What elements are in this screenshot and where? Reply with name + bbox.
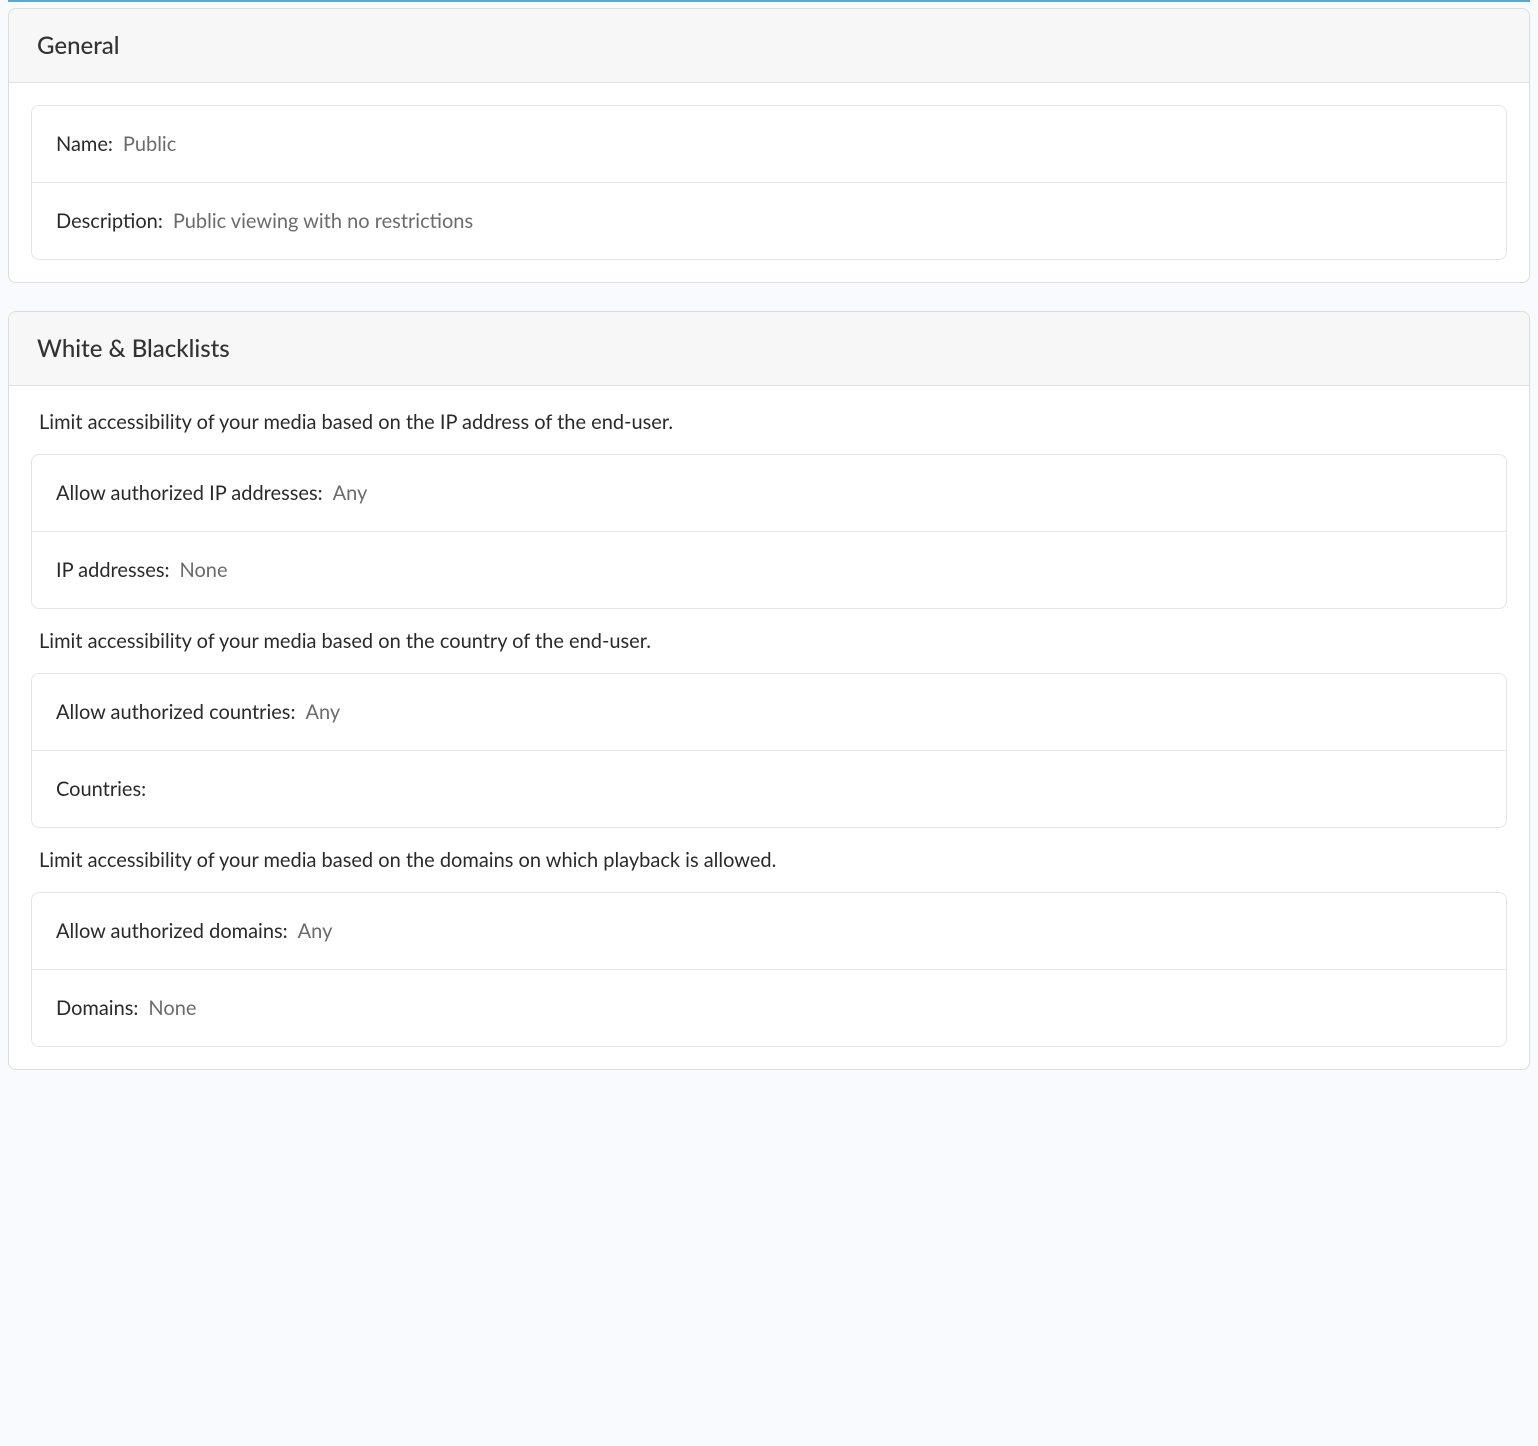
allow-ip-label: Allow authorized IP addresses: (56, 481, 323, 505)
allow-ip-value: Any (333, 481, 368, 505)
general-inner-box: Name: Public Description: Public viewing… (31, 105, 1507, 260)
domain-inner-box: Allow authorized domains: Any Domains: N… (31, 892, 1507, 1047)
countries-row: Countries: (32, 750, 1506, 827)
wb-panel-body: Limit accessibility of your media based … (9, 386, 1529, 1069)
description-value: Public viewing with no restrictions (173, 209, 473, 233)
name-label: Name: (56, 132, 113, 156)
domains-label: Domains: (56, 996, 138, 1020)
country-section-desc: Limit accessibility of your media based … (31, 609, 1507, 673)
general-panel-body: Name: Public Description: Public viewing… (9, 83, 1529, 282)
ip-addresses-value: None (180, 558, 228, 582)
allow-domain-value: Any (298, 919, 333, 943)
ip-inner-box: Allow authorized IP addresses: Any IP ad… (31, 454, 1507, 609)
ip-section-desc: Limit accessibility of your media based … (31, 386, 1507, 454)
wb-title: White & Blacklists (37, 334, 230, 363)
name-row: Name: Public (32, 106, 1506, 182)
ip-addresses-label: IP addresses: (56, 558, 170, 582)
allow-domain-row: Allow authorized domains: Any (32, 893, 1506, 969)
countries-label: Countries: (56, 777, 146, 801)
domain-section-desc: Limit accessibility of your media based … (31, 828, 1507, 892)
domains-value: None (148, 996, 196, 1020)
top-accent-border (8, 0, 1530, 2)
wb-panel-header: White & Blacklists (9, 312, 1529, 386)
general-panel-header: General (9, 9, 1529, 83)
country-inner-box: Allow authorized countries: Any Countrie… (31, 673, 1507, 828)
description-label: Description: (56, 209, 163, 233)
description-row: Description: Public viewing with no rest… (32, 182, 1506, 259)
wb-panel: White & Blacklists Limit accessibility o… (8, 311, 1530, 1070)
general-panel: General Name: Public Description: Public… (8, 8, 1530, 283)
domains-row: Domains: None (32, 969, 1506, 1046)
allow-country-row: Allow authorized countries: Any (32, 674, 1506, 750)
ip-addresses-row: IP addresses: None (32, 531, 1506, 608)
name-value: Public (123, 132, 176, 156)
allow-ip-row: Allow authorized IP addresses: Any (32, 455, 1506, 531)
allow-domain-capture: Allow authorized domains: (56, 919, 288, 943)
allow-country-label: Allow authorized countries: (56, 700, 295, 724)
allow-country-value: Any (305, 700, 340, 724)
general-title: General (37, 31, 120, 60)
